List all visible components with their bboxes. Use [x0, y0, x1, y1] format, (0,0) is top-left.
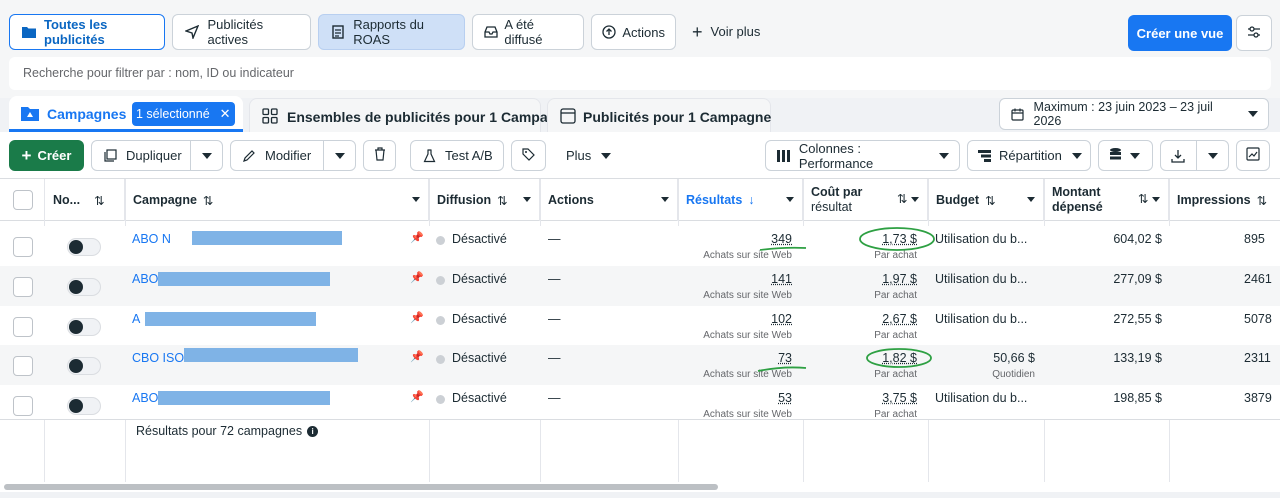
edit-button[interactable]: Modifier [230, 140, 356, 171]
copy-icon [102, 148, 118, 164]
annotation-overlay [757, 227, 935, 372]
folder-icon [22, 24, 36, 40]
level-tab-campaigns[interactable]: Campagnes 1 sélectionné ✕ [9, 96, 243, 132]
chevron-down-icon [335, 152, 345, 159]
chevron-down-icon [1248, 111, 1258, 117]
create-view-label: Créer une vue [1136, 25, 1224, 41]
tab-actions-label: Actions [622, 24, 665, 40]
campaign-table: No... ⇅ Campagne ⇅ Diffusion ⇅ Actions R… [0, 178, 1280, 489]
inbox-icon [483, 24, 498, 40]
ab-test-label: Test A/B [445, 148, 493, 163]
tab-active-ads-label: Publicités actives [207, 17, 264, 47]
delete-button[interactable] [363, 140, 396, 171]
grid-icon [262, 108, 278, 127]
level-tab-adsets[interactable]: Ensembles de publicités pour 1 Campa [249, 98, 548, 132]
duplicate-button[interactable]: Dupliquer [91, 140, 223, 171]
see-more-button[interactable]: + Voir plus [692, 21, 761, 42]
level-tab-ads-label: Publicités pour 1 Campagne [583, 109, 772, 125]
chevron-down-icon [1071, 152, 1082, 159]
search-input[interactable]: Recherche pour filtrer par : nom, ID ou … [9, 57, 1271, 90]
selected-badge-label: 1 sélectionné [136, 107, 210, 121]
report-icon [331, 24, 345, 40]
summary-row [0, 419, 1280, 420]
columns-label: Colonnes : Performance [798, 140, 874, 171]
chevron-down-icon [1208, 152, 1218, 159]
create-button[interactable]: + Créer [9, 140, 84, 171]
results-summary-label: Résultats pour 72 campagnes [136, 424, 303, 438]
scrollbar-thumb[interactable] [4, 484, 718, 490]
close-icon[interactable]: ✕ [220, 106, 231, 122]
tab-all-ads[interactable]: Toutes les publicités [9, 14, 165, 50]
paper-plane-icon [185, 24, 200, 40]
columns-icon [776, 148, 791, 164]
level-tab-ads[interactable]: Publicités pour 1 Campagne [547, 98, 771, 132]
plus-icon: + [21, 145, 32, 165]
search-placeholder: Recherche pour filtrer par : nom, ID ou … [23, 66, 294, 80]
level-tab-adsets-label: Ensembles de publicités pour 1 Campa [287, 109, 548, 125]
trash-icon [374, 147, 386, 164]
more-label: Plus [566, 148, 592, 163]
download-icon [1171, 149, 1185, 166]
plus-icon: + [692, 21, 703, 42]
create-view-button[interactable]: Créer une vue [1128, 15, 1232, 51]
annotation-underline [759, 246, 807, 251]
filter-bar: Toutes les publicités Publicités actives… [0, 0, 1280, 98]
chevron-down-icon [1130, 152, 1140, 159]
edit-dropdown[interactable] [323, 141, 356, 170]
more-button[interactable]: Plus [556, 140, 626, 171]
annotation-circle [866, 348, 932, 368]
duplicate-dropdown[interactable] [190, 141, 223, 170]
upload-circle-icon [602, 24, 616, 40]
flask-icon [421, 148, 437, 164]
tag-button[interactable] [511, 140, 546, 171]
duplicate-label: Dupliquer [126, 148, 182, 163]
tag-icon [522, 147, 535, 164]
create-label: Créer [37, 148, 72, 163]
sliders-icon [1247, 25, 1261, 41]
charts-button[interactable] [1236, 140, 1270, 171]
export-button[interactable] [1160, 140, 1229, 171]
filter-settings-button[interactable] [1236, 15, 1272, 51]
date-range-picker[interactable]: Maximum : 23 juin 2023 – 23 juil 2026 [999, 98, 1269, 130]
tab-has-delivered-label: A été diffusé [504, 17, 543, 47]
date-range-label: Maximum : 23 juin 2023 – 23 juil 2026 [1033, 100, 1213, 128]
chevron-down-icon [202, 152, 212, 159]
tab-all-ads-label: Toutes les publicités [44, 17, 108, 47]
edit-label: Modifier [265, 148, 312, 163]
see-more-label: Voir plus [710, 24, 761, 39]
breakdown-icon [978, 148, 991, 164]
chevron-down-icon [939, 152, 949, 159]
breakdown-button[interactable]: Répartition [967, 140, 1091, 171]
annotation-underline [757, 366, 807, 372]
tab-actions[interactable]: Actions [591, 14, 676, 50]
export-dropdown[interactable] [1196, 141, 1229, 170]
tab-active-ads[interactable]: Publicités actives [172, 14, 311, 50]
campaign-folder-icon [21, 106, 39, 124]
ab-test-button[interactable]: Test A/B [410, 140, 504, 171]
tab-roas-reports[interactable]: Rapports du ROAS [318, 14, 465, 50]
calendar-icon [1010, 106, 1026, 122]
horizontal-scrollbar[interactable] [0, 482, 1280, 492]
info-icon[interactable]: i [307, 425, 319, 437]
chevron-down-icon [601, 152, 612, 159]
columns-button[interactable]: Colonnes : Performance [765, 140, 960, 171]
reports-button[interactable] [1098, 140, 1153, 171]
annotation-circle [859, 227, 935, 251]
selected-badge[interactable]: 1 sélectionné ✕ [132, 102, 235, 126]
breakdown-label: Répartition [999, 148, 1062, 163]
tab-roas-label: Rapports du ROAS [353, 17, 425, 47]
results-summary: Résultats pour 72 campagnes i [136, 424, 319, 438]
level-tab-campaigns-label: Campagnes [47, 106, 127, 122]
chart-icon [1246, 147, 1260, 164]
database-icon [1109, 147, 1122, 164]
ad-frame-icon [560, 108, 576, 127]
pencil-icon [241, 148, 257, 164]
tab-has-delivered[interactable]: A été diffusé [472, 14, 584, 50]
